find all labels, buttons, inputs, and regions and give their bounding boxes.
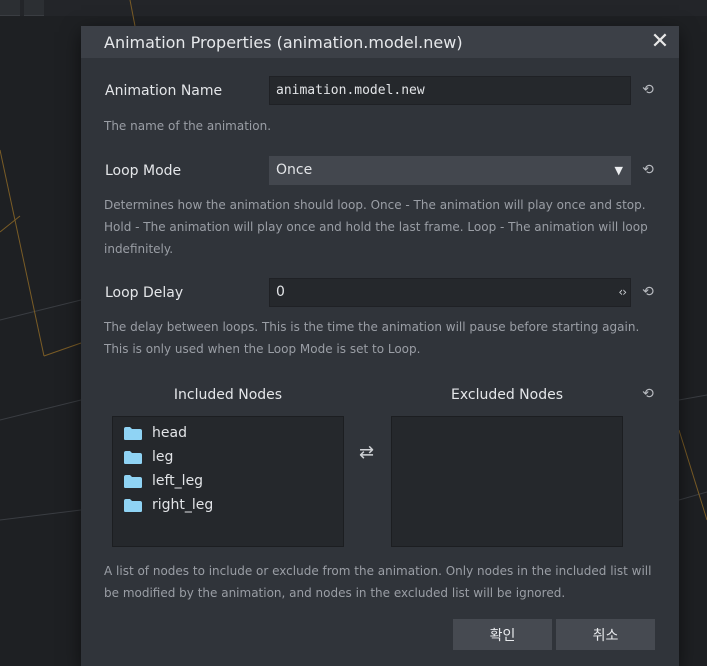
list-item[interactable]: left_leg: [113, 469, 343, 493]
animation-name-label: Animation Name: [105, 83, 223, 99]
loop-mode-label: Loop Mode: [105, 163, 182, 179]
node-name: right_leg: [152, 497, 214, 513]
loop-delay-value: 0: [276, 284, 285, 300]
node-name: left_leg: [152, 473, 204, 489]
excluded-nodes-list[interactable]: [391, 416, 623, 547]
cancel-button[interactable]: 취소: [556, 619, 655, 650]
node-name: leg: [152, 449, 174, 465]
reset-icon[interactable]: ⟲: [641, 285, 655, 299]
close-icon: ✕: [650, 29, 670, 54]
loop-mode-select[interactable]: Once ▼: [269, 156, 631, 185]
dialog-titlebar: Animation Properties (animation.model.ne…: [81, 26, 679, 58]
list-item[interactable]: right_leg: [113, 493, 343, 517]
reset-icon[interactable]: ⟲: [641, 83, 655, 97]
number-stepper-icon[interactable]: ‹›: [618, 279, 627, 306]
folder-icon: [123, 474, 143, 488]
animation-name-help: The name of the animation.: [104, 119, 272, 133]
swap-arrows-icon[interactable]: ⇄: [359, 442, 374, 463]
loop-mode-value: Once: [276, 162, 313, 178]
folder-icon: [123, 426, 143, 440]
chevron-down-icon: ▼: [614, 164, 623, 177]
close-button[interactable]: ✕: [649, 31, 671, 53]
animation-properties-dialog: Animation Properties (animation.model.ne…: [81, 26, 679, 666]
reset-icon[interactable]: ⟲: [641, 387, 655, 401]
loop-delay-help: The delay between loops. This is the tim…: [104, 320, 640, 356]
folder-icon: [123, 450, 143, 464]
included-nodes-header: Included Nodes: [173, 387, 283, 403]
included-nodes-list[interactable]: head leg left_leg right_leg: [112, 416, 344, 547]
node-name: head: [152, 425, 187, 441]
excluded-nodes-header: Excluded Nodes: [450, 387, 563, 403]
nodes-help: A list of nodes to include or exclude fr…: [104, 564, 652, 600]
loop-mode-help: Determines how the animation should loop…: [104, 198, 648, 256]
list-item[interactable]: leg: [113, 445, 343, 469]
reset-icon[interactable]: ⟲: [641, 163, 655, 177]
folder-icon: [123, 498, 143, 512]
loop-delay-label: Loop Delay: [105, 285, 184, 301]
dialog-title: Animation Properties (animation.model.ne…: [104, 32, 463, 52]
loop-delay-input[interactable]: 0 ‹›: [269, 278, 631, 307]
confirm-button[interactable]: 확인: [453, 619, 552, 650]
list-item[interactable]: head: [113, 421, 343, 445]
animation-name-input[interactable]: animation.model.new: [269, 76, 631, 105]
